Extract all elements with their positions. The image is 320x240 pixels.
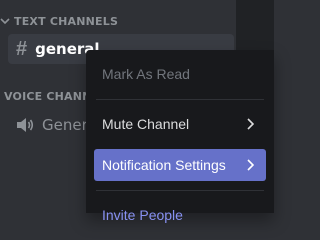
category-label: TEXT CHANNELS <box>14 14 119 28</box>
menu-item-label: Mark As Read <box>102 66 190 82</box>
menu-item-mute-channel[interactable]: Mute Channel <box>94 108 266 140</box>
hashtag-icon: # <box>16 38 28 60</box>
menu-item-invite-people[interactable]: Invite People <box>94 199 266 231</box>
menu-item-label: Mute Channel <box>102 116 190 132</box>
speaker-icon <box>17 118 34 132</box>
channel-context-menu: Mark As Read Mute Channel Notification S… <box>86 50 274 223</box>
menu-item-label: Invite People <box>102 207 183 223</box>
chevron-right-icon <box>247 118 254 130</box>
category-text-channels[interactable]: TEXT CHANNELS <box>0 13 210 29</box>
menu-separator <box>96 99 264 100</box>
menu-item-mark-as-read[interactable]: Mark As Read <box>94 58 266 90</box>
menu-item-label: Notification Settings <box>102 157 226 173</box>
menu-separator <box>96 190 264 191</box>
category-voice-channels[interactable]: VOICE CHANNELS <box>0 88 86 104</box>
chevron-down-icon <box>0 18 10 25</box>
category-label: VOICE CHANNELS <box>4 89 86 103</box>
chevron-right-icon <box>247 159 254 171</box>
menu-item-notification-settings[interactable]: Notification Settings <box>94 149 266 181</box>
